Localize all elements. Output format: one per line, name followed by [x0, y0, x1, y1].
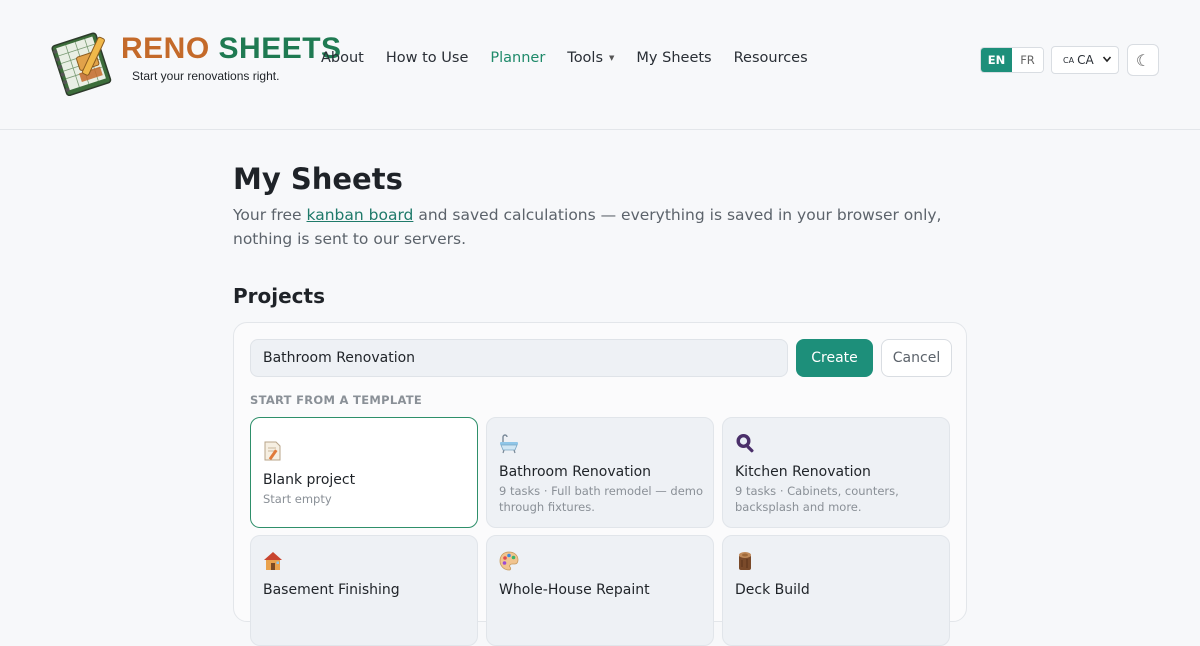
template-desc: 9 tasks · Full bath remodel — demo throu… — [499, 484, 704, 514]
template-title: Basement Finishing — [263, 582, 400, 598]
site-header: RENO SHEETS Start your renovations right… — [0, 0, 1200, 130]
brand-wordmark: RENO SHEETS — [121, 32, 342, 66]
template-heading: START FROM A TEMPLATE — [250, 393, 423, 407]
projects-heading: Projects — [233, 284, 326, 308]
house-icon — [264, 552, 282, 570]
intro-text-before: Your free — [233, 206, 307, 224]
template-desc: Start empty — [263, 492, 332, 506]
magnifier-icon — [736, 434, 754, 453]
cancel-button[interactable]: Cancel — [881, 339, 952, 377]
template-card-kitchen[interactable]: Kitchen Renovation 9 tasks · Cabinets, c… — [722, 417, 950, 528]
nav-tools-label: Tools — [567, 50, 604, 66]
template-title: Bathroom Renovation — [499, 464, 652, 480]
template-desc: 9 tasks · Cabinets, counters, backsplash… — [735, 484, 899, 514]
kanban-board-link[interactable]: kanban board — [307, 206, 414, 224]
nav-resources[interactable]: Resources — [734, 50, 808, 66]
nav-how-to-use[interactable]: How to Use — [386, 50, 469, 66]
memo-icon — [264, 441, 281, 461]
theme-toggle-button[interactable]: ☾ — [1127, 44, 1159, 76]
nav-about[interactable]: About — [321, 50, 364, 66]
page-title: My Sheets — [233, 162, 403, 196]
nav-tools[interactable]: Tools ▼ — [567, 50, 614, 66]
brand-tagline: Start your renovations right. — [132, 69, 280, 83]
caret-down-icon: ▼ — [609, 54, 615, 62]
template-card-deck[interactable]: Deck Build — [722, 535, 950, 646]
template-title: Kitchen Renovation — [735, 464, 871, 480]
template-card-repaint[interactable]: Whole-House Repaint — [486, 535, 714, 646]
bathtub-icon — [500, 434, 518, 454]
template-title: Deck Build — [735, 582, 810, 598]
lang-en-button[interactable]: EN — [981, 48, 1012, 72]
nav-my-sheets[interactable]: My Sheets — [636, 50, 711, 66]
brand-reno: RENO — [121, 32, 210, 65]
notebook-logo-icon — [51, 32, 112, 96]
lang-fr-button[interactable]: FR — [1012, 48, 1043, 72]
flag-icon: CA — [1063, 55, 1075, 65]
template-title: Whole-House Repaint — [499, 582, 650, 598]
template-card-blank[interactable]: Blank project Start empty — [250, 417, 478, 528]
chevron-down-icon — [1102, 56, 1112, 63]
project-name-input[interactable] — [250, 339, 788, 377]
moon-icon: ☾ — [1135, 50, 1151, 70]
page-intro: Your free kanban board and saved calcula… — [233, 203, 973, 251]
main-nav: About How to Use Planner Tools ▼ My Sheet… — [321, 50, 808, 66]
template-title: Blank project — [263, 472, 356, 488]
palette-icon — [499, 551, 519, 571]
language-switch: EN FR — [980, 47, 1044, 73]
log-icon — [739, 552, 751, 570]
create-button[interactable]: Create — [796, 339, 873, 377]
region-select[interactable]: CA CA — [1051, 46, 1119, 74]
new-project-panel: Create Cancel START FROM A TEMPLATE Blan… — [233, 322, 967, 646]
template-card-bathroom[interactable]: Bathroom Renovation 9 tasks · Full bath … — [486, 417, 714, 528]
site-logo[interactable]: RENO SHEETS Start your renovations right… — [46, 30, 341, 100]
template-card-basement[interactable]: Basement Finishing — [250, 535, 478, 646]
region-value: CA — [1077, 53, 1094, 67]
nav-planner[interactable]: Planner — [490, 50, 545, 66]
